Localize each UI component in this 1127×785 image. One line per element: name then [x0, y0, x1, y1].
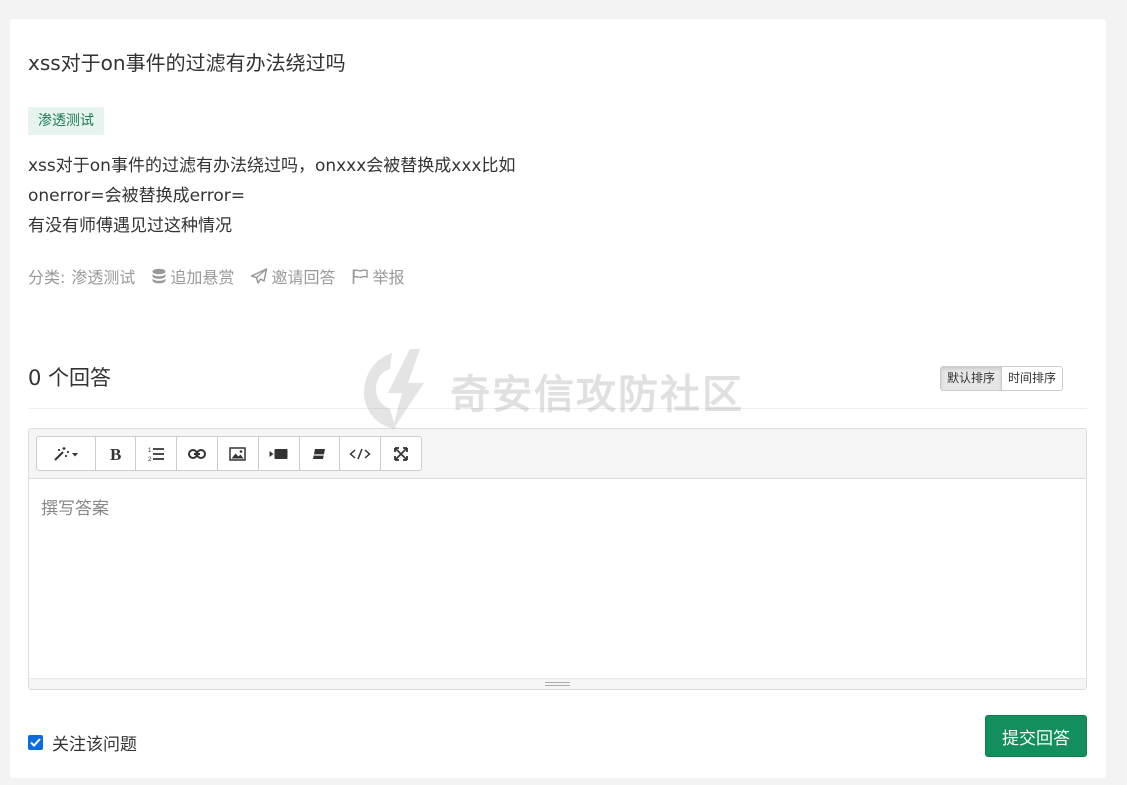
- report-label: 举报: [372, 268, 405, 287]
- divider: [28, 408, 1087, 409]
- follow-label[interactable]: 关注该问题: [52, 730, 137, 755]
- sort-time-button[interactable]: 时间排序: [1001, 367, 1063, 390]
- video-icon: [269, 448, 288, 459]
- code-icon: [349, 448, 371, 459]
- editor-resize-handle[interactable]: [29, 678, 1086, 689]
- question-tag[interactable]: 渗透测试: [28, 107, 104, 135]
- editor-toolbar: B 1 2: [29, 429, 1086, 479]
- bold-icon: B: [110, 446, 121, 462]
- sort-default-button[interactable]: 默认排序: [941, 367, 1002, 390]
- invite-answer-link[interactable]: 邀请回答: [250, 264, 335, 288]
- image-icon: [229, 446, 247, 461]
- category-link[interactable]: 渗透测试: [71, 264, 135, 288]
- add-reward-link[interactable]: 追加悬赏: [151, 264, 234, 288]
- database-icon: [152, 268, 166, 283]
- lightning-logo-icon: [364, 349, 424, 431]
- svg-text:2: 2: [148, 457, 152, 462]
- submit-answer-button[interactable]: 提交回答: [985, 715, 1087, 757]
- watermark: 奇安信攻防社区: [362, 349, 744, 433]
- category: 分类: 渗透测试: [28, 264, 135, 288]
- sort-toggle: 默认排序 时间排序: [940, 366, 1064, 391]
- answer-textarea[interactable]: 撰写答案: [29, 479, 1086, 679]
- clear-format-button[interactable]: [300, 437, 341, 470]
- svg-text:1: 1: [148, 448, 152, 454]
- checkmark-icon: [30, 738, 41, 747]
- answer-placeholder: 撰写答案: [41, 499, 109, 519]
- flag-icon: [353, 268, 369, 284]
- answer-editor: B 1 2 撰写答案: [28, 428, 1087, 690]
- fullscreen-button[interactable]: [381, 437, 421, 470]
- question-body-line: 有没有师傅遇见过这种情况: [28, 216, 232, 236]
- question-card: xss对于on事件的过滤有办法绕过吗 渗透测试 xss对于on事件的过滤有办法绕…: [10, 19, 1106, 778]
- follow-checkbox[interactable]: [28, 735, 43, 750]
- question-body-line: onerror=会被替换成error=: [28, 186, 245, 206]
- ordered-list-icon: 1 2: [148, 448, 164, 462]
- magic-wand-icon: [54, 446, 78, 461]
- paper-plane-icon: [251, 267, 268, 284]
- question-title: xss对于on事件的过滤有办法绕过吗: [28, 51, 346, 75]
- follow-question: 关注该问题: [28, 730, 137, 755]
- svg-text:B: B: [110, 446, 121, 462]
- resize-grip-icon: [545, 682, 570, 686]
- editor-toolbar-buttons: B 1 2: [36, 436, 422, 471]
- watermark-text: 奇安信攻防社区: [450, 372, 744, 418]
- link-icon: [188, 448, 207, 459]
- fullscreen-icon: [394, 446, 408, 461]
- question-body: xss对于on事件的过滤有办法绕过吗，onxxx会被替换成xxx比如 onerr…: [28, 151, 516, 241]
- bold-button[interactable]: B: [96, 437, 137, 470]
- eraser-icon: [313, 448, 326, 459]
- ordered-list-button[interactable]: 1 2: [136, 437, 178, 470]
- style-dropdown-button[interactable]: [37, 437, 96, 470]
- report-link[interactable]: 举报: [351, 264, 404, 288]
- question-meta: 分类: 渗透测试 追加悬赏 邀请回答 举报: [28, 264, 420, 288]
- question-body-line: xss对于on事件的过滤有办法绕过吗，onxxx会被替换成xxx比如: [28, 156, 516, 176]
- code-view-button[interactable]: [340, 437, 382, 470]
- answers-count-title: 0 个回答: [28, 366, 112, 390]
- video-button[interactable]: [259, 437, 300, 470]
- invite-answer-label: 邀请回答: [271, 268, 336, 287]
- image-button[interactable]: [218, 437, 259, 470]
- add-reward-label: 追加悬赏: [170, 268, 235, 287]
- link-button[interactable]: [177, 437, 219, 470]
- category-label: 分类:: [28, 268, 66, 287]
